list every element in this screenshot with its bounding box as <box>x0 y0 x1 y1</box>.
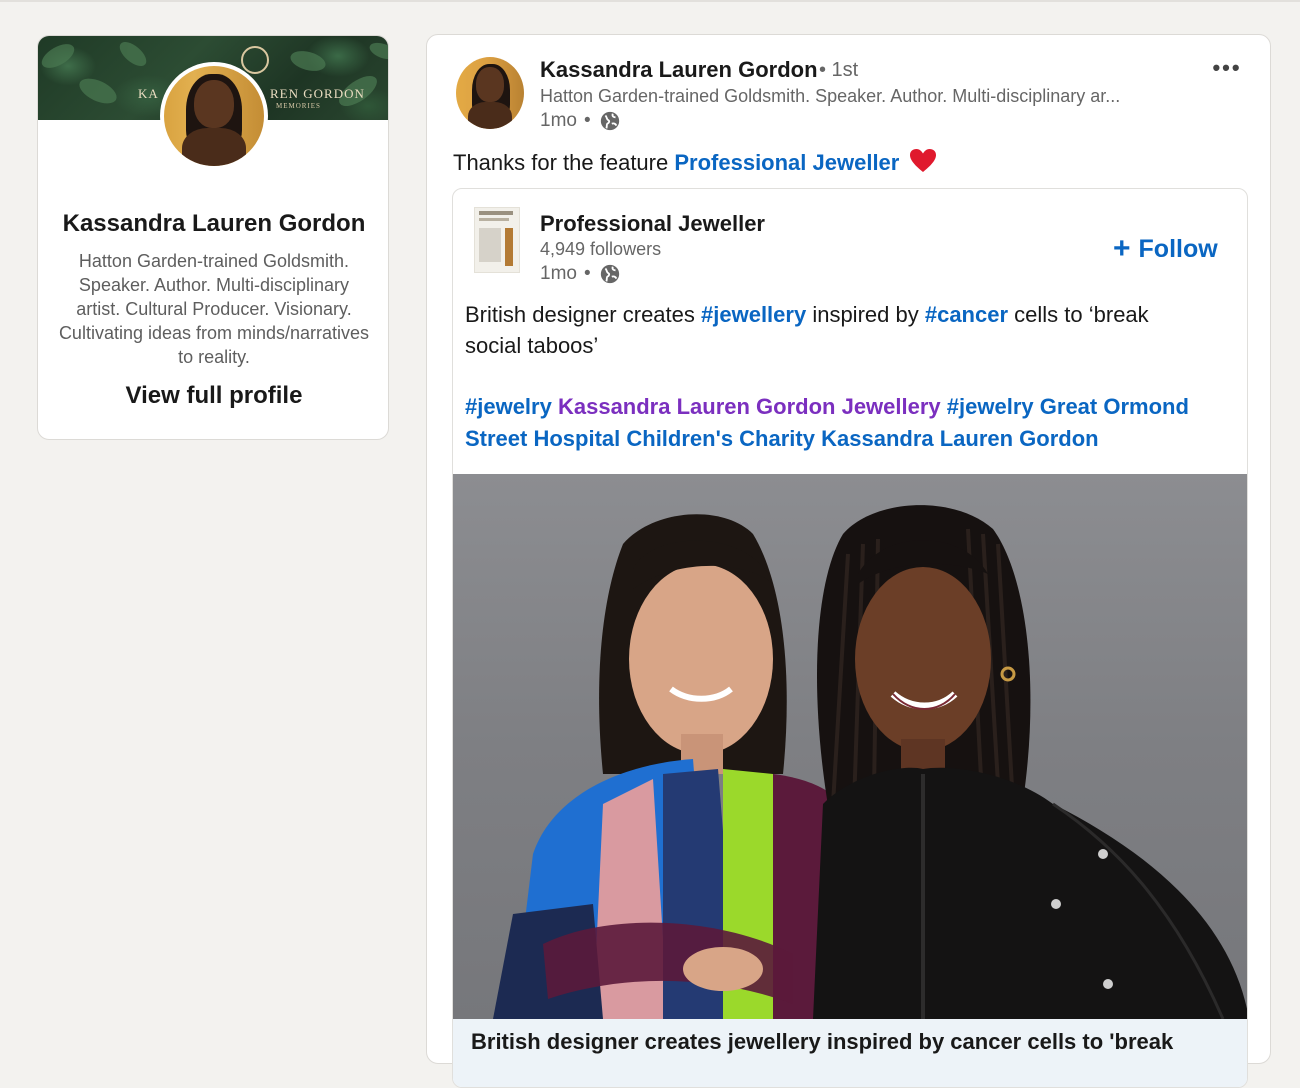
red-heart-icon <box>910 149 937 172</box>
body-text: inspired by <box>812 302 919 327</box>
cover-text-left: KA <box>138 86 159 101</box>
follow-label: Follow <box>1138 234 1218 263</box>
cover-emblem-icon <box>241 46 269 74</box>
profile-name[interactable]: Kassandra Lauren Gordon <box>38 210 388 238</box>
hashtag-jewelry[interactable]: #jewelry <box>465 394 552 419</box>
follow-button[interactable]: + Follow <box>1113 233 1218 265</box>
post-text: Thanks for the feature Professional Jewe… <box>453 148 937 176</box>
author-avatar[interactable] <box>456 57 524 129</box>
more-options-button[interactable]: ••• <box>1209 57 1245 79</box>
reshared-post[interactable]: Professional Jeweller 4,949 followers 1m… <box>452 188 1248 1088</box>
profile-headline: Hatton Garden-trained Goldsmith. Speaker… <box>58 251 370 367</box>
author-headline: Hatton Garden-trained Goldsmith. Speaker… <box>540 86 1121 106</box>
cover-subtext: MEMORIES <box>276 102 321 110</box>
post-time: 1mo <box>540 110 577 131</box>
hashtag-jewellery[interactable]: #jewellery <box>701 302 806 327</box>
plus-icon: + <box>1113 232 1131 265</box>
feed-post: Kassandra Lauren Gordon • 1st Hatton Gar… <box>426 34 1271 1088</box>
top-divider <box>0 0 1300 2</box>
profile-avatar[interactable] <box>160 62 268 170</box>
mention-link[interactable]: Professional Jeweller <box>674 150 899 175</box>
person-mention[interactable]: Kassandra Lauren Gordon <box>821 426 1099 451</box>
profile-card: KA REN GORDON MEMORIES Kassandra Lauren … <box>37 35 389 440</box>
post-text-prefix: Thanks for the feature <box>453 150 669 175</box>
cover-text-right: REN GORDON <box>270 86 365 101</box>
brand-mention[interactable]: Kassandra Lauren Gordon Jewellery <box>558 394 941 419</box>
reshare-tags: #jewelry Kassandra Lauren Gordon Jewelle… <box>465 391 1225 455</box>
hashtag-jewelry[interactable]: #jewelry <box>947 394 1034 419</box>
globe-icon <box>600 264 619 284</box>
org-meta: 1mo • <box>540 262 621 286</box>
post-image[interactable] <box>453 474 1247 1019</box>
hashtag-cancer[interactable]: #cancer <box>925 302 1008 327</box>
globe-icon <box>600 111 619 131</box>
connection-degree: • 1st <box>819 59 859 81</box>
meta-separator: • <box>583 110 591 131</box>
org-name[interactable]: Professional Jeweller <box>540 211 765 237</box>
author-name[interactable]: Kassandra Lauren Gordon <box>540 57 818 83</box>
meta-separator: • <box>583 263 591 284</box>
link-preview-strip[interactable]: British designer creates jewellery inspi… <box>453 1019 1247 1087</box>
view-full-profile-link[interactable]: View full profile <box>38 382 388 410</box>
org-logo[interactable] <box>474 207 520 273</box>
post-meta: 1mo • <box>540 109 621 133</box>
photo-illustration <box>493 505 1247 1019</box>
body-text: British designer creates <box>465 302 695 327</box>
reshare-body: British designer creates #jewellery insp… <box>465 299 1205 361</box>
reshare-time: 1mo <box>540 263 577 284</box>
org-followers: 4,949 followers <box>540 239 662 259</box>
link-preview-title[interactable]: British designer creates jewellery inspi… <box>471 1029 1173 1055</box>
